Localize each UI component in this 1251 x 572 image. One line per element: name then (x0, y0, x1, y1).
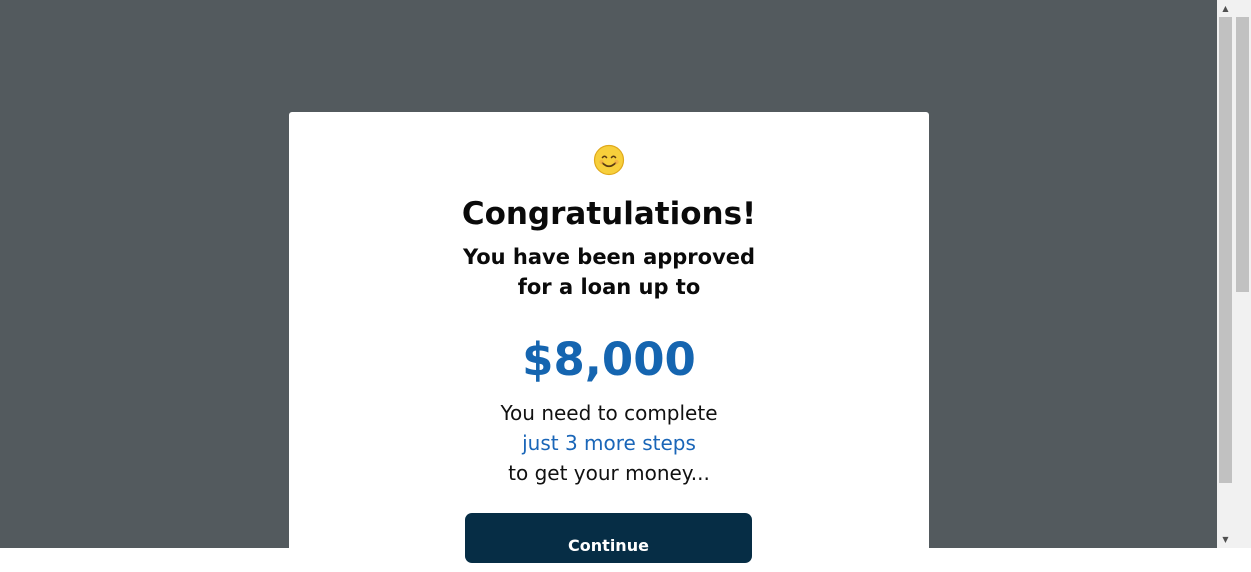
page-scroll-thumb[interactable] (1236, 17, 1249, 292)
scroll-up-arrow-icon[interactable]: ▲ (1217, 0, 1234, 17)
steps-line-3: to get your money... (508, 461, 710, 485)
continue-button[interactable]: Continue (465, 513, 752, 563)
congratulations-title: Congratulations! (461, 196, 757, 232)
loan-amount: $8,000 (522, 333, 696, 386)
approval-message-line-1: You have been approved (462, 245, 756, 269)
steps-message: You need to complete just 3 more steps t… (289, 398, 929, 488)
steps-line-1: You need to complete (500, 401, 718, 425)
approval-message: You have been approved for a loan up to (289, 242, 929, 302)
smiling-face-icon (593, 144, 625, 176)
steps-highlight: just 3 more steps (522, 431, 696, 455)
modal-scrollbar[interactable]: ▲ ▼ (1217, 0, 1234, 548)
scroll-down-arrow-icon[interactable]: ▼ (1217, 531, 1234, 548)
approval-modal: Congratulations! You have been approved … (289, 112, 929, 572)
approval-message-line-2: for a loan up to (517, 275, 701, 299)
page-scrollbar[interactable] (1234, 0, 1251, 548)
scroll-thumb[interactable] (1219, 17, 1232, 483)
